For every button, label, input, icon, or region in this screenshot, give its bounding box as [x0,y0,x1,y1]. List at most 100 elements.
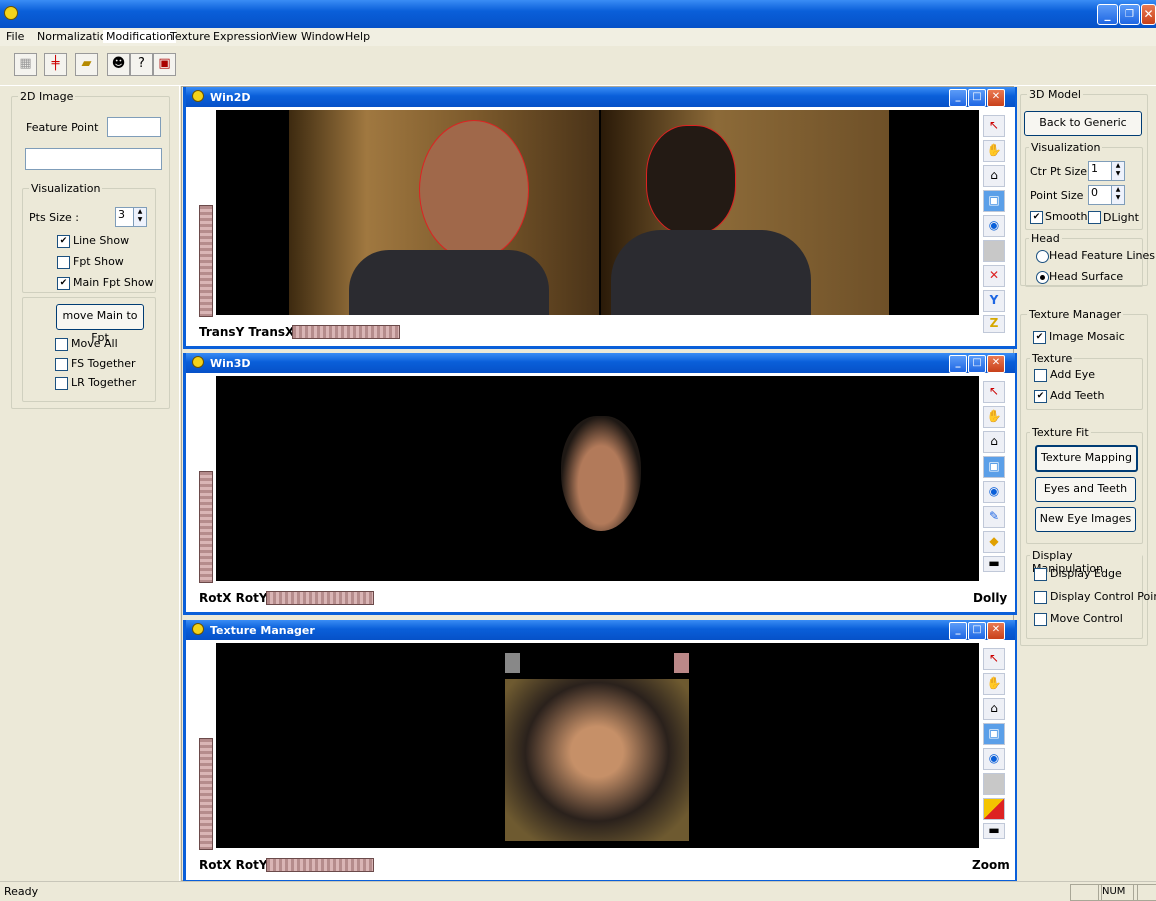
texture-fit-view-icon[interactable]: ▣ [983,723,1005,745]
texture-fit-title: Texture Fit [1030,426,1091,439]
delete-x-icon[interactable]: ✕ [983,265,1005,287]
texture-close-button[interactable]: ✕ [987,622,1005,640]
fs-together-checkbox[interactable] [55,358,68,371]
win3d-rot-label: RotX RotY [199,591,268,605]
look-eye-icon[interactable]: ◉ [983,215,1005,237]
close-button[interactable]: ✕ [1141,4,1156,25]
display-edge-checkbox[interactable] [1034,568,1047,581]
group-right-visualization: Visualization Ctr Pt Size 1 ▲ ▼ Point Siz… [1025,141,1143,230]
save-icon[interactable]: ▣ [153,53,176,76]
texture-viewport[interactable] [216,643,979,848]
texture-minimize-button[interactable]: _ [949,622,967,640]
win3d-maximize-button[interactable]: □ [968,355,986,373]
move-all-checkbox[interactable] [55,338,68,351]
texture-vertical-slider[interactable] [199,738,213,850]
menu-expression[interactable]: Expression [210,30,276,43]
normalize-icon[interactable]: ▦ [14,53,37,76]
y-axis-icon[interactable]: Y [983,290,1005,312]
new-eye-images-button[interactable]: New Eye Images [1035,507,1136,532]
toolbar: ▦ ╪ ▰ ☻ ? ▣ [0,46,1156,86]
z-axis-icon[interactable]: Z [983,315,1005,333]
left-panel: 2D Image Feature Point Visualization Pts… [8,86,180,881]
texture-look-eye-icon[interactable]: ◉ [983,748,1005,770]
minimize-button[interactable]: _ [1097,4,1118,25]
win3d-material-icon[interactable]: ◆ [983,531,1005,553]
menu-modification[interactable]: Modification [103,30,177,43]
texture-color-icon[interactable] [983,798,1005,820]
open-folder-icon[interactable]: ▰ [75,53,98,76]
win2d-minimize-button[interactable]: _ [949,89,967,107]
blank-tool-icon[interactable] [983,240,1005,262]
move-main-to-fpt-button[interactable]: move Main to Fpt [56,304,144,344]
pan-hand-icon[interactable]: ✋ [983,140,1005,162]
win3d-fit-view-icon[interactable]: ▣ [983,456,1005,478]
texture-maximize-button[interactable]: □ [968,622,986,640]
menu-texture[interactable]: Texture [167,30,213,43]
texture-bar-icon[interactable]: ▬ [983,823,1005,839]
head-surface-radio[interactable] [1036,271,1049,284]
texture-horizontal-slider[interactable] [266,858,374,872]
add-eye-checkbox[interactable] [1034,369,1047,382]
restore-button[interactable]: ❐ [1119,4,1140,25]
ctr-pt-size-spinner[interactable]: ▲ ▼ [1111,161,1125,181]
win3d-horizontal-slider[interactable] [266,591,374,605]
win2d-vertical-slider[interactable] [199,205,213,317]
group-texture: Texture Add Eye ✔ Add Teeth [1026,352,1143,410]
win3d-home-view-icon[interactable]: ⌂ [983,431,1005,453]
point-size-spinner[interactable]: ▲ ▼ [1111,185,1125,205]
head-feature-lines-radio[interactable] [1036,250,1049,263]
move-control-checkbox[interactable] [1034,613,1047,626]
help-icon[interactable]: ? [130,53,153,76]
lr-together-checkbox[interactable] [55,377,68,390]
menu-view[interactable]: View [268,30,300,43]
win2d-horizontal-slider[interactable] [292,325,400,339]
head-icon[interactable]: ☻ [107,53,130,76]
fpt-show-checkbox[interactable] [57,256,70,269]
group-display-manipulation: Display Manipulation Display Edge Displa… [1026,549,1156,639]
win2d-viewport[interactable] [216,110,979,315]
feature-point-input[interactable] [107,117,161,137]
grid-icon[interactable]: ╪ [44,53,67,76]
menu-help[interactable]: Help [342,30,373,43]
back-to-generic-button[interactable]: Back to Generic [1024,111,1142,136]
win3d-brush-icon[interactable]: ✎ [983,506,1005,528]
eyes-and-teeth-button[interactable]: Eyes and Teeth [1035,477,1136,502]
win3d-minimize-button[interactable]: _ [949,355,967,373]
group-texture-manager: Texture Manager ✔ Image Mosaic Texture A… [1020,308,1156,646]
pts-size-spinner[interactable]: ▲ ▼ [133,207,147,227]
win3d-select-arrow-icon[interactable]: ↖ [983,381,1005,403]
dlight-checkbox[interactable] [1088,211,1101,224]
texture-home-view-icon[interactable]: ⌂ [983,698,1005,720]
teeth-texture-thumb [674,653,689,673]
win2d-title: Win2D [210,91,251,104]
texture-mapping-button[interactable]: Texture Mapping [1035,445,1138,472]
title-bar: _ ❐ ✕ [0,0,1156,28]
image-mosaic-checkbox[interactable]: ✔ [1033,331,1046,344]
menu-file[interactable]: File [3,30,27,43]
win3d-vertical-slider[interactable] [199,471,213,583]
fpt-show-label: Fpt Show [73,255,124,268]
display-control-point-checkbox[interactable] [1034,591,1047,604]
head-title: Head [1029,232,1062,245]
smooth-checkbox[interactable]: ✔ [1030,211,1043,224]
texture-manager-title: Texture Manager [210,624,315,637]
win3d-pan-hand-icon[interactable]: ✋ [983,406,1005,428]
fit-view-icon[interactable]: ▣ [983,190,1005,212]
win3d-viewport[interactable] [216,376,979,581]
menu-window[interactable]: Window [298,30,347,43]
win3d-bar-icon[interactable]: ▬ [983,556,1005,572]
texture-select-arrow-icon[interactable]: ↖ [983,648,1005,670]
texture-pan-hand-icon[interactable]: ✋ [983,673,1005,695]
line-show-checkbox[interactable]: ✔ [57,235,70,248]
win3d-close-button[interactable]: ✕ [987,355,1005,373]
win2d-maximize-button[interactable]: □ [968,89,986,107]
win3d-look-eye-icon[interactable]: ◉ [983,481,1005,503]
home-view-icon[interactable]: ⌂ [983,165,1005,187]
texture-blank-tool-icon[interactable] [983,773,1005,795]
add-teeth-checkbox[interactable]: ✔ [1034,390,1047,403]
display-edge-label: Display Edge [1050,567,1122,580]
feature-point-name-input[interactable] [25,148,162,170]
select-arrow-icon[interactable]: ↖ [983,115,1005,137]
main-fpt-show-checkbox[interactable]: ✔ [57,277,70,290]
win2d-close-button[interactable]: ✕ [987,89,1005,107]
